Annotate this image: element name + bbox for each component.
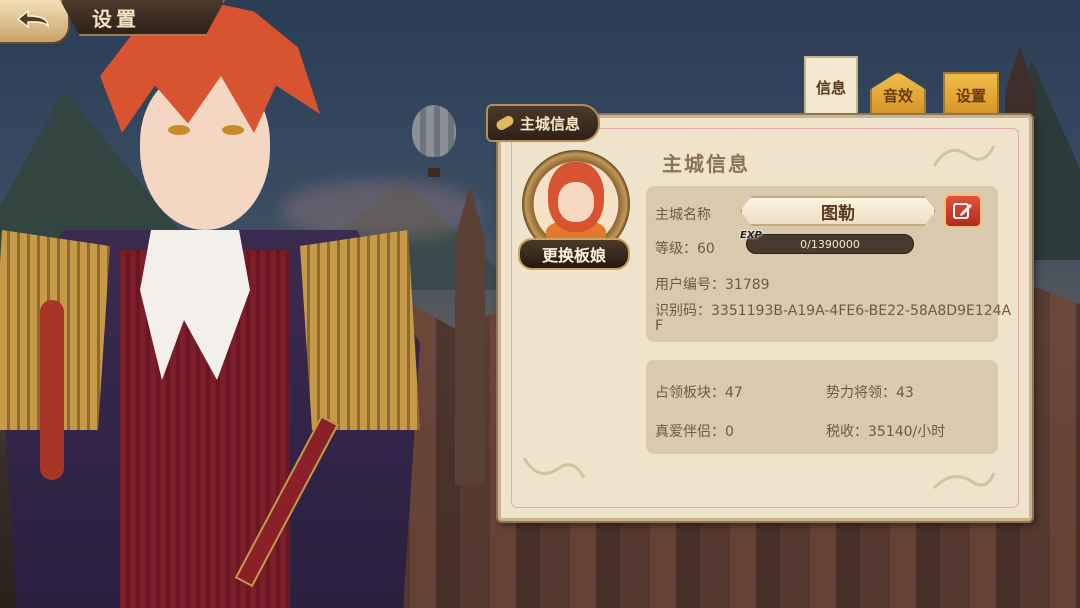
tab-info[interactable]: 信息 (804, 56, 858, 116)
tab-bar: 信息 音效 设置 (800, 56, 1020, 118)
pencil-edit-icon (953, 203, 972, 219)
partner-stat: 真爱伴侣：0 (655, 424, 734, 440)
change-mascot-button[interactable]: 更换板娘 (518, 238, 630, 270)
character-eye (222, 125, 244, 135)
generals-stat: 势力将领：43 (826, 385, 914, 401)
character-illustration (0, 0, 430, 608)
character-epaulet (300, 230, 420, 430)
avatar-face (548, 162, 604, 232)
page-title-tab: 设置 (60, 0, 225, 36)
tower (455, 185, 485, 485)
exp-text: 0/1390000 (800, 237, 860, 251)
corner-ornament (932, 145, 996, 167)
section-label-text: 主城信息 (520, 114, 581, 133)
identifier-code-tail: F (655, 318, 664, 334)
exp-tag: EXP (740, 230, 762, 241)
corner-ornament (522, 457, 586, 479)
scroll-icon (494, 114, 516, 132)
tax-stat: 税收：35140/小时 (826, 424, 946, 440)
top-bar: 设置 (0, 0, 230, 44)
page-title: 设置 (92, 6, 140, 31)
tab-settings[interactable]: 设置 (943, 72, 999, 116)
territory-stat: 占领板块：47 (655, 385, 743, 401)
city-name-label: 主城名称 (655, 207, 711, 223)
character-eye (168, 125, 190, 135)
city-name-field[interactable]: 图勒 (740, 196, 936, 226)
identifier-code-label: 识别码：3351193B-A19A-4FE6-BE22-58A8D9E124A (655, 303, 1012, 319)
user-id-label: 用户编号：31789 (655, 277, 770, 293)
edit-name-button[interactable] (944, 194, 982, 228)
corner-ornament (932, 472, 996, 490)
level-label: 等级：60 (655, 241, 715, 257)
back-arrow-icon (16, 9, 49, 29)
exp-progress-bar: 0/1390000 (746, 234, 914, 254)
section-label: 主城信息 (486, 104, 600, 142)
back-button[interactable] (0, 0, 70, 44)
tab-sound[interactable]: 音效 (870, 72, 926, 116)
character-braid (40, 300, 64, 480)
panel-heading: 主城信息 (662, 152, 750, 176)
